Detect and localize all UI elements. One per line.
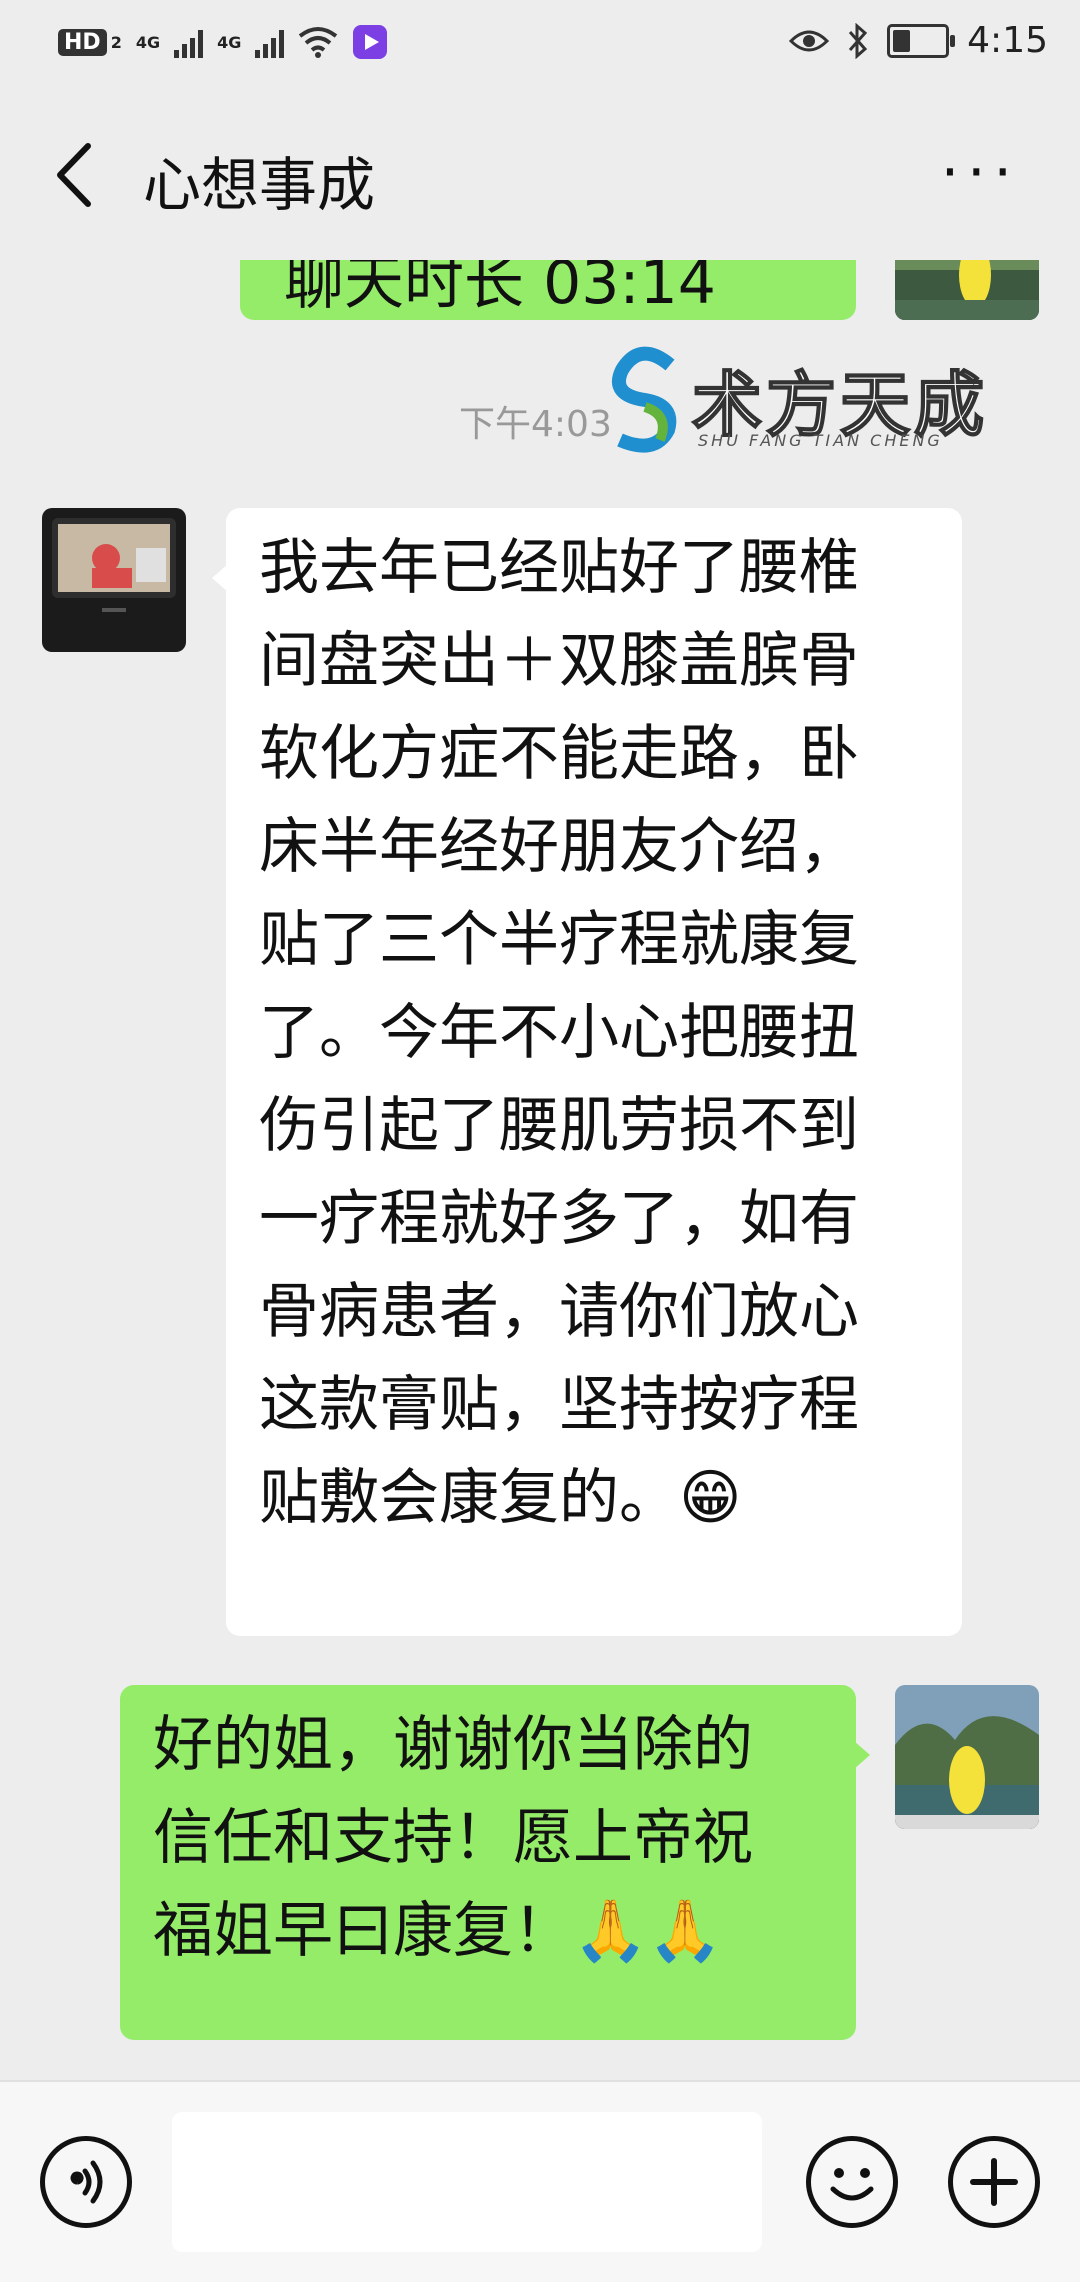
message-line: 贴敷会康复的。😁 [259,1463,742,1533]
avatar-contact[interactable] [42,508,186,652]
watermark-logo: 术方天成 SHU FANG TIAN CHENG [610,345,1010,455]
plus-icon[interactable] [948,2136,1040,2228]
voice-icon[interactable] [40,2136,132,2228]
message-line: 信任和支持！愿上帝祝 [153,1803,753,1873]
watermark-s-icon [612,346,677,453]
bubble-tail [212,564,228,592]
eye-icon [789,30,830,51]
message-line: 骨病患者，请你们放心 [259,1277,859,1347]
message-line: 我去年已经贴好了腰椎 [259,533,859,603]
message-line: 床半年经好朋友介绍， [259,812,859,882]
message-line: 软化方症不能走路，卧 [259,719,859,789]
message-line: 好的姐，谢谢你当除的 [153,1710,753,1780]
chat-header: 心想事成 ··· [0,90,1080,260]
emoji-icon[interactable] [806,2136,898,2228]
wifi-icon [299,27,338,58]
message-input[interactable] [172,2112,762,2252]
sim-slot: 2 [110,32,122,52]
message-line: 福姐早曰康复！🙏🙏 [153,1896,723,1966]
message-line: 一疗程就好多了，如有 [259,1184,859,1254]
chat-area[interactable]: 聊天时长 03:14 下午4:03 我去年已经贴好了腰椎 间盘突出＋双膝盖膑骨 … [0,260,1080,2080]
message-line: 伤引起了腰肌劳损不到 [259,1091,859,1161]
avatar-self[interactable] [895,1685,1039,1829]
message-text: 聊天时长 03:14 [284,260,716,318]
clock: 4:15 [967,20,1048,61]
signal-icon-2 [255,26,285,58]
message-line: 贴了三个半疗程就康复 [259,905,859,975]
status-left: HD 2 4G 4G [58,24,388,60]
message-line: 了。今年不小心把腰扭 [259,998,859,1068]
bluetooth-icon [849,22,868,59]
network-label-2: 4G [217,32,242,52]
hd-badge: HD [58,28,107,56]
message-bubble-self[interactable]: 好的姐，谢谢你当除的 信任和支持！愿上帝祝 福姐早曰康复！🙏🙏 [120,1685,870,2040]
message-bubble-self[interactable]: 聊天时长 03:14 [240,260,856,320]
network-label-1: 4G [135,32,161,52]
message-line: 这款膏贴，坚持按疗程 [259,1370,859,1440]
signal-icon [174,26,204,58]
input-bar [0,2080,1080,2282]
bubble-tail [854,1741,870,1769]
chat-title: 心想事成 [143,151,376,219]
timestamp: 下午4:03 [459,404,612,445]
chevron-left-icon[interactable] [50,140,98,210]
avatar-self[interactable] [895,260,1039,320]
video-app-icon [353,25,388,59]
battery-icon [887,23,956,58]
more-dots-icon[interactable]: ··· [941,143,1020,201]
status-right: 4:15 [789,20,1048,61]
message-bubble-contact[interactable]: 我去年已经贴好了腰椎 间盘突出＋双膝盖膑骨 软化方症不能走路，卧 床半年经好朋友… [212,508,962,1636]
status-bar: HD 2 4G 4G 4:15 [0,0,1080,90]
message-line: 间盘突出＋双膝盖膑骨 [259,626,859,696]
watermark-latin: SHU FANG TIAN CHENG [698,431,943,450]
